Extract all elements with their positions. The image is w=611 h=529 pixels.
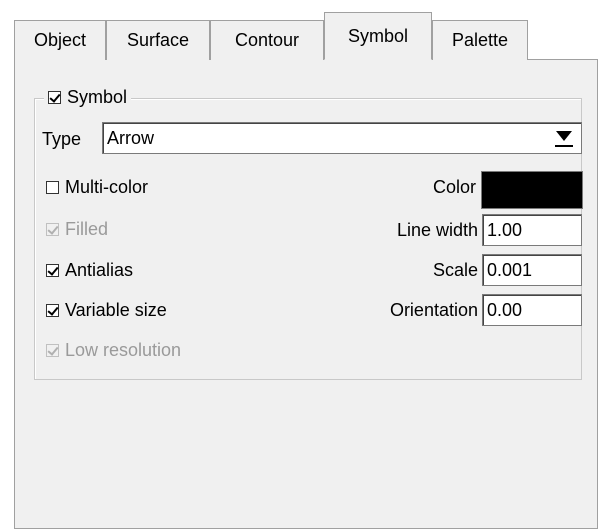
tab-symbol[interactable]: Symbol: [324, 12, 432, 60]
low-resolution-checkbox: [46, 343, 59, 357]
tab-palette-label: Palette: [451, 30, 509, 50]
tab-object[interactable]: Object: [14, 20, 106, 60]
symbol-group-toggle[interactable]: Symbol: [44, 84, 132, 110]
symbol-group-label: Symbol: [67, 86, 128, 107]
orientation-value: 0.00: [487, 299, 523, 320]
tab-contour-label: Contour: [234, 30, 300, 50]
antialias-label: Antialias: [65, 259, 134, 280]
tab-contour[interactable]: Contour: [210, 20, 324, 60]
variable-size-checkbox[interactable]: [46, 303, 59, 317]
orientation-label-text: Orientation: [389, 299, 478, 320]
type-select[interactable]: Arrow: [102, 122, 582, 154]
scale-label-text: Scale: [432, 259, 478, 280]
color-label: Color: [380, 173, 476, 201]
orientation-input[interactable]: 0.00: [482, 294, 582, 326]
line-width-label: Line width: [340, 216, 478, 244]
scale-value: 0.001: [487, 259, 533, 280]
tab-symbol-label: Symbol: [347, 26, 409, 46]
type-select-value: Arrow: [107, 127, 155, 148]
type-label: Type: [42, 125, 81, 153]
color-swatch[interactable]: [481, 171, 583, 209]
variable-size-label: Variable size: [65, 299, 167, 320]
scale-input[interactable]: 0.001: [482, 254, 582, 286]
filled-label: Filled: [65, 218, 109, 239]
orientation-label: Orientation: [300, 296, 478, 324]
dropdown-underline-icon: [555, 145, 573, 147]
tab-palette[interactable]: Palette: [432, 20, 528, 60]
tab-surface-label: Surface: [126, 30, 190, 50]
chevron-down-icon: [556, 131, 572, 141]
line-width-label-text: Line width: [396, 219, 478, 240]
multi-color-label: Multi-color: [65, 176, 149, 197]
symbol-checkbox[interactable]: [48, 90, 61, 104]
line-width-value: 1.00: [487, 219, 523, 240]
antialias-option[interactable]: Antialias: [46, 256, 133, 284]
low-resolution-label: Low resolution: [65, 339, 182, 360]
multi-color-option[interactable]: Multi-color: [46, 173, 148, 201]
filled-checkbox: [46, 222, 59, 236]
line-width-input[interactable]: 1.00: [482, 214, 582, 246]
filled-option: Filled: [46, 215, 108, 243]
multi-color-checkbox[interactable]: [46, 180, 59, 194]
type-label-text: Type: [42, 128, 82, 149]
tab-object-label: Object: [33, 30, 87, 50]
scale-label: Scale: [340, 256, 478, 284]
type-dropdown-button[interactable]: [549, 125, 579, 151]
tab-surface[interactable]: Surface: [106, 20, 210, 60]
low-resolution-option: Low resolution: [46, 336, 181, 364]
variable-size-option[interactable]: Variable size: [46, 296, 167, 324]
color-label-text: Color: [432, 176, 476, 197]
antialias-checkbox[interactable]: [46, 263, 59, 277]
